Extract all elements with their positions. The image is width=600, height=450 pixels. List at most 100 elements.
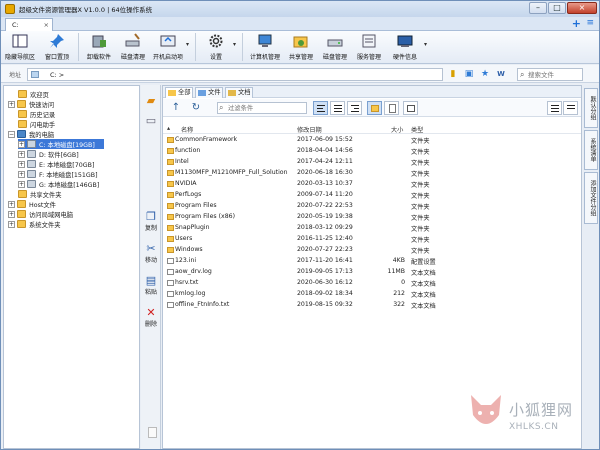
expand-icon[interactable]: + (18, 160, 25, 168)
disk-clean-button[interactable]: 磁盘清理 (116, 31, 150, 64)
file-modified: 2016-11-25 12:40 (297, 235, 353, 242)
bookmark-icon[interactable]: ▣ (463, 68, 475, 80)
tab-default-group[interactable]: 默认分组 (584, 88, 598, 128)
folder-row[interactable]: Intel 2017-04-24 12:11 文件夹 (163, 157, 581, 168)
column-modified[interactable]: 修改日期 (297, 125, 322, 134)
folder-row[interactable]: PerfLogs 2009-07-14 11:20 文件夹 (163, 190, 581, 201)
expand-icon[interactable]: + (8, 100, 15, 108)
tab-add-file-group[interactable]: 添加文件分组 (584, 172, 598, 224)
expand-icon[interactable]: + (18, 140, 25, 148)
tree-item-flash-assistant[interactable]: 闪电助手 (18, 119, 55, 129)
file-type: 文件夹 (411, 215, 430, 222)
startup-items-button[interactable]: 开机启动项 (150, 31, 186, 64)
align-right-button[interactable] (347, 101, 362, 115)
chevron-down-icon[interactable]: ▾ (233, 41, 236, 48)
chevron-down-icon[interactable]: ▾ (424, 41, 427, 48)
expand-icon[interactable]: + (8, 220, 15, 228)
delete-button[interactable]: ✕ 删除 (141, 307, 161, 329)
folder-row[interactable]: Windows 2020-07-27 22:23 文件夹 (163, 245, 581, 256)
collapse-icon[interactable]: − (8, 130, 15, 138)
folder-view-button[interactable] (367, 101, 382, 115)
move-button[interactable]: ✂ 移动 (141, 243, 161, 265)
folder-row[interactable]: Program Files (x86) 2020-05-19 19:38 文件夹 (163, 212, 581, 223)
tree-item-shared-folders[interactable]: 共享文件夹 (18, 189, 61, 199)
folder-shortcut-button[interactable]: ▰ (141, 95, 161, 107)
file-row[interactable]: hsrv.txt 2020-06-30 16:12 0 文本文档 (163, 278, 581, 289)
computer-management-button[interactable]: 计算机管理 (246, 31, 284, 64)
file-row[interactable]: offline_FtnInfo.txt 2019-08-15 09:32 322 文本… (163, 300, 581, 311)
tree-item-quick-access[interactable]: + 快速访问 (8, 99, 54, 109)
tree-item-welcome[interactable]: 欢迎页 (18, 89, 49, 99)
new-tab-icon[interactable]: + (572, 17, 581, 30)
search-input[interactable] (528, 70, 582, 80)
align-center-button[interactable] (330, 101, 345, 115)
folder-row[interactable]: Program Files 2020-07-22 22:53 文件夹 (163, 201, 581, 212)
file-name: CommonFramework (175, 136, 238, 143)
share-management-button[interactable]: 共享管理 (284, 31, 318, 64)
star-icon[interactable]: ★ (479, 68, 491, 80)
file-row[interactable]: aow_drv.log 2019-09-05 17:13 11MB 文本文档 (163, 267, 581, 278)
folder-row[interactable]: Users 2016-11-25 12:40 文件夹 (163, 234, 581, 245)
word-icon[interactable]: W (495, 68, 507, 80)
close-button[interactable]: × (567, 2, 597, 14)
tree-item-drive-d[interactable]: + D: 软件[6GB] (18, 149, 79, 159)
file-row[interactable]: kmlog.log 2018-09-02 18:34 212 文本文档 (163, 289, 581, 300)
hardware-info-button[interactable]: 硬件信息 (386, 31, 424, 64)
tab-files[interactable]: 文件 (195, 87, 223, 98)
sort-icon[interactable]: ▴ (167, 125, 170, 132)
file-row[interactable]: 123.ini 2017-11-20 16:41 4KB 配置设置 (163, 256, 581, 267)
align-left-button[interactable] (313, 101, 328, 115)
tree-item-drive-c[interactable]: + C: 本地磁盘[19GB] (18, 139, 104, 149)
services-management-button[interactable]: 服务管理 (352, 31, 386, 64)
uninstall-button[interactable]: 卸载软件 (82, 31, 116, 64)
expand-icon[interactable]: + (18, 180, 25, 188)
folder-row[interactable]: CommonFramework 2017-06-09 15:52 文件夹 (163, 135, 581, 146)
tab-documents[interactable]: 文档 (225, 87, 253, 98)
tree-item-lan-computers[interactable]: + 访问局域网电脑 (8, 209, 73, 219)
folder-row[interactable]: M1130MFP_M1210MFP_Full_Solution 2020-06-1… (163, 168, 581, 179)
maximize-button[interactable]: □ (548, 2, 566, 14)
column-size[interactable]: 大小 (391, 125, 403, 134)
copy-button[interactable]: ❐ 复制 (141, 211, 161, 233)
folder-row[interactable]: SnapPlugin 2018-03-12 09:29 文件夹 (163, 223, 581, 234)
settings-button[interactable]: 设置 (199, 31, 233, 64)
up-arrow-icon[interactable]: ↑ (169, 101, 183, 115)
folder-row[interactable]: NVIDIA 2020-03-13 10:37 文件夹 (163, 179, 581, 190)
new-file-button[interactable] (384, 101, 399, 115)
pin-window-button[interactable]: 窗口置顶 (39, 31, 75, 64)
expand-icon[interactable]: + (8, 210, 15, 218)
refresh-icon[interactable]: ↻ (189, 101, 203, 115)
expand-icon[interactable]: + (18, 150, 25, 158)
expand-icon[interactable]: + (8, 200, 15, 208)
column-name[interactable]: 名称 (181, 125, 193, 134)
detail-view-button[interactable] (563, 101, 578, 115)
tab-close-icon[interactable]: × (44, 19, 49, 31)
new-folder-icon[interactable]: ▮ (447, 68, 459, 80)
minimize-button[interactable]: – (529, 2, 547, 14)
tab-drive-c[interactable]: C: × (5, 18, 53, 31)
tab-all[interactable]: 全部 (165, 87, 193, 98)
expand-icon[interactable]: + (18, 170, 25, 178)
folder-icon (167, 236, 174, 242)
folder-row[interactable]: function 2018-04-04 14:56 文件夹 (163, 146, 581, 157)
tree-item-drive-e[interactable]: + E: 本地磁盘[70GB] (18, 159, 94, 169)
window-button[interactable]: ▭ (141, 115, 161, 127)
tree-item-host-file[interactable]: + Host文件 (8, 199, 56, 209)
tree-item-my-computer[interactable]: − 我的电脑 (8, 129, 54, 139)
column-type[interactable]: 类型 (411, 125, 423, 134)
search-icon[interactable]: ⌕ (520, 70, 524, 80)
address-input[interactable]: C: > (27, 68, 443, 81)
tree-item-history[interactable]: 历史记录 (18, 109, 55, 119)
tab-system-list[interactable]: 系统清单 (584, 130, 598, 170)
tree-item-drive-g[interactable]: + G: 本地磁盘[146GB] (18, 179, 99, 189)
tree-item-system-folders[interactable]: + 系统文件夹 (8, 219, 60, 229)
menu-icon[interactable]: ≡ (586, 17, 594, 30)
filter-input[interactable] (228, 104, 306, 113)
open-external-button[interactable] (403, 101, 418, 115)
chevron-down-icon[interactable]: ▾ (186, 41, 189, 48)
disk-management-button[interactable]: 磁盘管理 (318, 31, 352, 64)
tree-item-drive-f[interactable]: + F: 本地磁盘[151GB] (18, 169, 98, 179)
list-view-button[interactable] (547, 101, 562, 115)
paste-button[interactable]: ▤ 粘贴 (141, 275, 161, 297)
hide-nav-button[interactable]: 隐藏导航区 (1, 31, 39, 64)
